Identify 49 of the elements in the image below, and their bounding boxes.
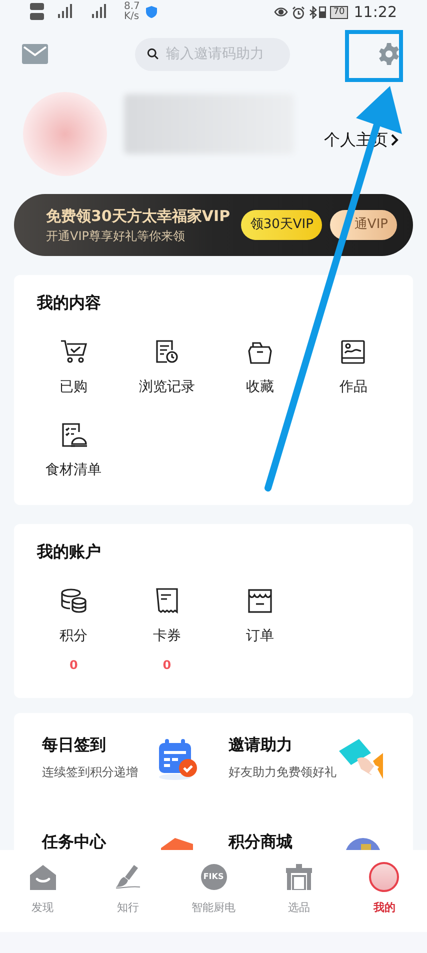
brand-logo-icon: FIKS [200,864,227,890]
menu-item-label[interactable]: 订单 [246,626,274,647]
house-smile-icon [28,864,57,890]
chevron-icon [391,134,399,146]
vip-title: 免费领30天方太幸福家VIP [46,206,230,227]
menu-item-label[interactable]: 已购 [60,377,88,398]
menu-item-label[interactable]: 积分 [60,626,88,647]
checklist-dish-icon [60,422,88,448]
vip-banner[interactable]: 免费领30天方太幸福家VIP 开通VIP尊享好礼等你来领 领30天VIP 通VIP [14,194,413,256]
coins-icon [60,588,88,614]
document-clock-icon [154,339,180,365]
settings-icon[interactable] [377,42,401,66]
shop-awning-icon [247,588,274,614]
promo-title[interactable]: 邀请助力 [228,733,336,757]
promo-title[interactable]: 积分商城 [228,830,292,850]
highlight-frame [345,30,403,82]
vip-button[interactable]: 领30天VIP [241,210,322,240]
eye-icon [274,6,288,18]
bluetooth-icon [309,6,318,18]
clock-time: 11:22 [354,2,397,23]
promo-title[interactable]: 每日签到 [42,733,138,757]
mail-icon[interactable] [22,44,48,64]
menu-item-label[interactable]: 浏览记录 [138,377,195,398]
alarm-icon [292,6,306,18]
search-icon [147,46,159,62]
menu-item-label[interactable]: 卡券 [152,626,181,647]
menu-item-label[interactable]: 作品 [339,377,368,398]
receipt-icon [154,588,179,614]
vibrate-battery-icon [319,6,326,18]
folder-icon [247,341,274,365]
count-label: 0 [162,657,172,674]
section-title: 我的账户 [37,541,102,563]
battery-level: 70 [330,6,348,18]
speed-unit: K/s [124,12,140,22]
menu-item-label[interactable]: 食材清单 [46,460,102,481]
count-label: 0 [69,657,78,674]
nav-tab[interactable]: 我的 [342,862,427,916]
promo-subtitle: 连续签到积分递增 [42,764,138,781]
promo-subtitle: 好友助力免费领好礼 [228,764,336,781]
shield-icon [146,6,157,18]
cart-icon [60,339,88,365]
menu-item-label[interactable]: 收藏 [246,377,274,398]
brush-icon [114,864,142,890]
stove-icon [284,864,313,890]
picture-book-icon [340,339,366,365]
network-speed: 8.7 [124,2,140,12]
promo-title[interactable]: 任务中心 [42,830,106,850]
vip-subtitle: 开通VIP尊享好礼等你来领 [46,228,186,246]
section-title: 我的内容 [37,292,102,314]
